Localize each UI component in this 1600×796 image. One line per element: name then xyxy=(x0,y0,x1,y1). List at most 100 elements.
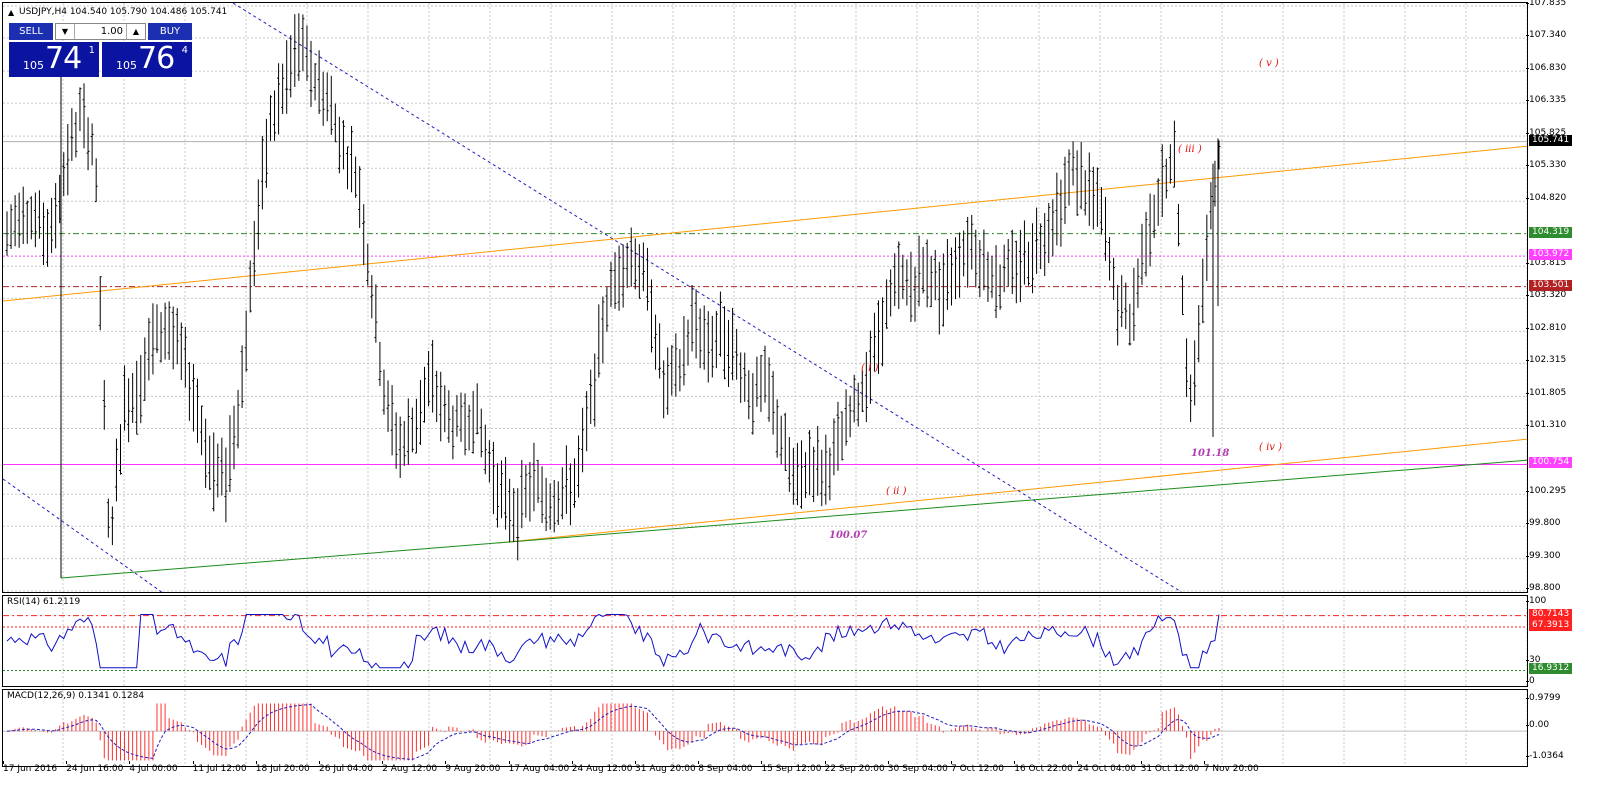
candle xyxy=(224,447,228,523)
candle xyxy=(1091,166,1095,230)
buy-quote[interactable]: 105 76 4 xyxy=(102,41,192,77)
candle xyxy=(398,416,402,478)
candle xyxy=(674,333,678,397)
candle xyxy=(1031,223,1035,294)
candle xyxy=(94,158,98,203)
candle xyxy=(795,442,799,506)
candle xyxy=(958,232,962,298)
time-axis-label: 18 Jul 20:00 xyxy=(255,761,310,774)
candle xyxy=(212,432,216,512)
price-chart-canvas[interactable] xyxy=(3,3,1528,593)
price-grid xyxy=(3,3,1527,592)
price-chart-pane[interactable]: ▲ USDJPY,H4 104.540 105.790 104.486 105.… xyxy=(2,2,1528,593)
candle xyxy=(577,435,581,498)
candle xyxy=(544,477,548,531)
candle xyxy=(82,83,86,149)
candle xyxy=(925,239,929,308)
candle xyxy=(167,301,171,360)
candle xyxy=(427,351,431,407)
candle xyxy=(702,305,706,370)
candle xyxy=(540,466,544,524)
time-axis[interactable]: 17 Jun 2016 24 Jun 16:00 4 Jul 00:00 11 Jul… xyxy=(0,761,1528,796)
candle xyxy=(216,443,220,498)
candle xyxy=(1156,178,1160,226)
candle xyxy=(1197,305,1201,363)
sell-quote[interactable]: 105 74 1 xyxy=(9,41,99,77)
candle xyxy=(933,249,937,301)
candle xyxy=(743,352,747,402)
price-level-tag: 103.972 xyxy=(1529,249,1573,261)
candle xyxy=(1006,239,1010,287)
buy-button[interactable]: BUY xyxy=(148,23,192,40)
candle xyxy=(601,296,605,364)
price-axis-tick: 102.810 xyxy=(1525,323,1567,334)
price-axis-tick: 106.335 xyxy=(1525,95,1567,106)
macd-canvas[interactable] xyxy=(3,690,1528,767)
candle xyxy=(1181,275,1185,316)
candle xyxy=(945,238,949,310)
candle xyxy=(528,461,532,522)
candle xyxy=(317,50,321,115)
candle xyxy=(727,319,731,387)
candle xyxy=(763,345,767,403)
candle xyxy=(313,63,317,101)
candle xyxy=(131,372,135,423)
triangle-up-icon[interactable]: ▲ xyxy=(8,8,14,17)
candle xyxy=(268,95,272,141)
buy-quote-pips: 76 xyxy=(138,41,175,76)
candle xyxy=(536,459,540,503)
candle xyxy=(516,488,520,561)
candle xyxy=(337,116,341,174)
candle xyxy=(491,441,495,515)
macd-axis-tick: -1.0364 xyxy=(1526,751,1564,761)
candle xyxy=(147,317,151,381)
rsi-canvas[interactable] xyxy=(3,596,1528,687)
triangle-down-icon[interactable]: ▼ xyxy=(56,24,75,39)
candle xyxy=(293,14,297,87)
candle xyxy=(706,311,710,383)
candle xyxy=(341,120,345,170)
price-axis-tick: 105.330 xyxy=(1525,160,1567,171)
candle xyxy=(1144,211,1148,277)
candle xyxy=(37,190,41,239)
macd-histogram xyxy=(10,703,1220,761)
wave-label-i: ( i ) xyxy=(861,363,879,374)
candle xyxy=(54,183,58,249)
candle xyxy=(1205,214,1209,281)
candle xyxy=(228,415,232,493)
candle xyxy=(1026,241,1030,286)
candle xyxy=(504,456,508,530)
sell-quote-fraction: 1 xyxy=(88,45,95,56)
price-axis-tick: 107.835 xyxy=(1525,0,1567,8)
macd-pane[interactable]: MACD(12,26,9) 0.1341 0.1284 xyxy=(2,689,1528,767)
candle xyxy=(321,71,325,126)
candle xyxy=(941,253,945,327)
candle xyxy=(791,447,795,505)
candle xyxy=(650,279,654,353)
candle xyxy=(690,284,694,352)
candle xyxy=(390,385,394,456)
candle xyxy=(86,117,90,171)
rsi-pane[interactable]: RSI(14) 61.2119 xyxy=(2,595,1528,687)
triangle-up-icon[interactable]: ▲ xyxy=(126,24,145,39)
candle xyxy=(423,366,427,423)
candle xyxy=(358,166,362,229)
candle xyxy=(755,356,759,407)
candle xyxy=(479,408,483,458)
candle xyxy=(273,90,277,141)
rsi-line xyxy=(6,613,1220,669)
candle xyxy=(1164,158,1168,199)
candle xyxy=(439,371,443,442)
lot-size-input[interactable]: 1.00 xyxy=(76,24,125,39)
price-axis[interactable]: 107.835 107.340 106.830 106.335 105.825 105.3… xyxy=(1525,0,1600,593)
candle xyxy=(463,393,467,456)
candle xyxy=(196,378,200,443)
candle xyxy=(139,355,143,424)
candle xyxy=(645,247,649,311)
sell-button[interactable]: SELL xyxy=(9,23,53,40)
rsi-axis-tick: 100 xyxy=(1525,596,1547,606)
candle xyxy=(767,357,771,422)
price-axis-tick: 101.805 xyxy=(1525,388,1567,399)
lot-size-stepper[interactable]: ▼ 1.00 ▲ xyxy=(55,23,146,40)
price-axis-tick: 101.310 xyxy=(1525,420,1567,431)
